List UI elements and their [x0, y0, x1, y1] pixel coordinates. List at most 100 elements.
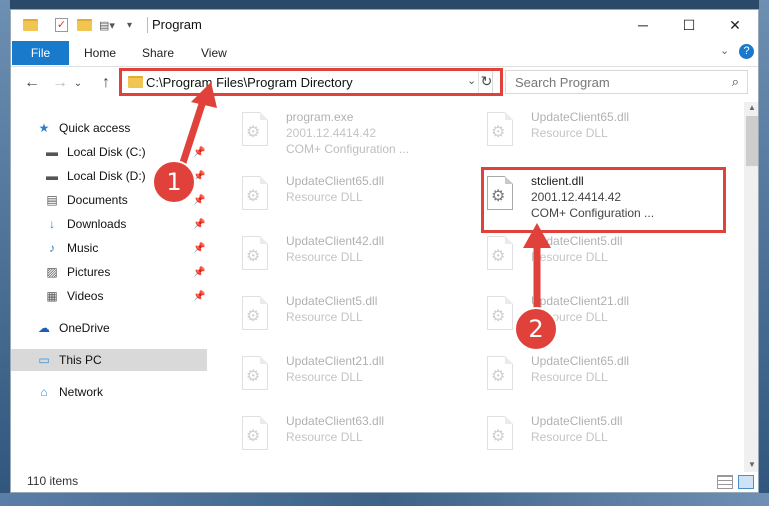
file-detail: Resource DLL: [286, 310, 363, 324]
sidebar-item-pictures[interactable]: ▨ Pictures 📌: [11, 261, 207, 283]
sidebar-item-label: Quick access: [59, 121, 131, 135]
title-separator: [147, 17, 148, 33]
desktop-bottom-edge: [0, 493, 769, 506]
file-item[interactable]: ⚙ UpdateClient21.dll Resource DLL: [238, 352, 468, 396]
close-button[interactable]: ✕: [712, 10, 758, 40]
address-highlight-box: [119, 68, 503, 96]
exe-file-icon: ⚙: [238, 112, 270, 148]
network-icon: ⌂: [40, 385, 48, 399]
properties-icon[interactable]: ✓: [55, 16, 68, 34]
file-detail: Resource DLL: [531, 370, 608, 384]
dll-file-icon: ⚙: [483, 416, 515, 452]
sidebar-item-label: Documents: [67, 193, 128, 207]
folder-icon: [23, 16, 38, 34]
details-view-icon[interactable]: [717, 475, 733, 489]
sidebar-item-videos[interactable]: ▦ Videos 📌: [11, 285, 207, 307]
file-name: program.exe: [286, 110, 354, 124]
file-item[interactable]: ⚙ program.exe 2001.12.4414.42 COM+ Configur…: [238, 108, 468, 156]
new-folder-icon[interactable]: [77, 16, 92, 34]
dll-file-icon: ⚙: [238, 356, 270, 392]
file-detail: Resource DLL: [531, 250, 608, 264]
recent-locations-button[interactable]: ⌄: [71, 72, 85, 94]
back-button[interactable]: ←: [21, 72, 43, 94]
sidebar-item-label: This PC: [59, 353, 102, 367]
file-detail: Resource DLL: [531, 126, 608, 140]
pin-icon[interactable]: 📌: [193, 147, 205, 158]
sidebar-item-label: Local Disk (D:): [67, 169, 146, 183]
sidebar-item-label: Network: [59, 385, 104, 399]
dll-file-icon: ⚙: [483, 296, 515, 332]
search-icon[interactable]: ⌕: [732, 74, 739, 90]
minimize-button[interactable]: ─: [620, 10, 666, 40]
file-detail: Resource DLL: [286, 250, 363, 264]
file-highlight-box: [481, 167, 726, 233]
sidebar-item-this-pc[interactable]: ▭ This PC: [11, 349, 207, 371]
callout-2: 2: [514, 307, 558, 351]
window-title: Program: [152, 17, 202, 32]
file-name: UpdateClient21.dll: [286, 354, 385, 368]
star-icon: ★: [38, 121, 50, 135]
cloud-icon: ☁: [38, 321, 50, 335]
file-item[interactable]: ⚙ UpdateClient5.dll Resource DLL: [483, 232, 713, 276]
dll-file-icon: ⚙: [483, 356, 515, 392]
sidebar-item-label: Downloads: [67, 217, 127, 231]
title-bar: ✓ ▤▾ ▾ Program ─ ☐ ✕: [11, 10, 758, 40]
sidebar-item-quick-access[interactable]: ★ Quick access: [11, 117, 207, 139]
desktop-left-edge: [0, 0, 10, 506]
scroll-up-icon[interactable]: ▲: [748, 103, 756, 112]
file-item[interactable]: ⚙ UpdateClient42.dll Resource DLL: [238, 232, 468, 276]
file-name: UpdateClient5.dll: [531, 234, 623, 248]
sidebar-item-label: Local Disk (C:): [67, 145, 146, 159]
callout-1: 1: [152, 160, 196, 204]
forward-button[interactable]: →: [49, 72, 71, 94]
file-item[interactable]: ⚙ UpdateClient65.dll Resource DLL: [238, 172, 468, 216]
search-placeholder: Search Program: [515, 75, 610, 90]
file-item[interactable]: ⚙ UpdateClient65.dll Resource DLL: [483, 352, 713, 396]
dll-file-icon: ⚙: [238, 296, 270, 332]
file-detail: 2001.12.4414.42: [286, 126, 377, 140]
pin-icon[interactable]: 📌: [193, 267, 205, 278]
large-icons-view-icon[interactable]: [738, 475, 754, 489]
chevron-down-icon[interactable]: ▾: [127, 16, 132, 34]
file-item[interactable]: ⚙ UpdateClient65.dll Resource DLL: [483, 108, 713, 152]
help-icon[interactable]: ?: [739, 44, 754, 59]
documents-icon: ▤: [46, 193, 58, 207]
scroll-thumb[interactable]: [746, 116, 758, 166]
file-name: UpdateClient65.dll: [531, 354, 630, 368]
pin-icon[interactable]: 📌: [193, 195, 205, 206]
up-button[interactable]: ↑: [95, 72, 117, 94]
ribbon: File Home Share View ⌄ ?: [11, 40, 758, 67]
file-name: UpdateClient5.dll: [531, 414, 623, 428]
sidebar-item-network[interactable]: ⌂ Network: [11, 381, 207, 403]
customize-toolbar-icon[interactable]: ▤▾: [99, 16, 115, 34]
dll-file-icon: ⚙: [238, 416, 270, 452]
drive-icon: ▬: [46, 169, 58, 183]
tab-file[interactable]: File: [12, 41, 69, 65]
pin-icon[interactable]: 📌: [193, 219, 205, 230]
videos-icon: ▦: [46, 289, 58, 303]
search-input[interactable]: Search Program ⌕: [505, 70, 748, 94]
tab-view[interactable]: View: [201, 46, 227, 60]
scroll-down-icon[interactable]: ▼: [748, 460, 756, 469]
file-item[interactable]: ⚙ UpdateClient5.dll Resource DLL: [483, 412, 713, 456]
vertical-scrollbar[interactable]: ▲ ▼: [744, 102, 758, 472]
file-name: UpdateClient5.dll: [286, 294, 378, 308]
pin-icon[interactable]: 📌: [193, 291, 205, 302]
sidebar-item-onedrive[interactable]: ☁ OneDrive: [11, 317, 207, 339]
sidebar-item-music[interactable]: ♪ Music 📌: [11, 237, 207, 259]
pictures-icon: ▨: [46, 265, 58, 279]
tab-share[interactable]: Share: [142, 46, 174, 60]
file-item[interactable]: ⚙ UpdateClient5.dll Resource DLL: [238, 292, 468, 336]
sidebar-item-label: Videos: [67, 289, 104, 303]
maximize-button[interactable]: ☐: [666, 10, 712, 40]
pin-icon[interactable]: 📌: [193, 243, 205, 254]
tab-home[interactable]: Home: [84, 46, 116, 60]
dll-file-icon: ⚙: [238, 176, 270, 212]
expand-ribbon-icon[interactable]: ⌄: [720, 44, 729, 57]
file-name: UpdateClient63.dll: [286, 414, 385, 428]
drive-icon: ▬: [46, 145, 58, 159]
explorer-window: ✓ ▤▾ ▾ Program ─ ☐ ✕ File Home Share Vie…: [10, 9, 759, 493]
dll-file-icon: ⚙: [238, 236, 270, 272]
sidebar-item-downloads[interactable]: ↓ Downloads 📌: [11, 213, 207, 235]
file-item[interactable]: ⚙ UpdateClient63.dll Resource DLL: [238, 412, 468, 456]
